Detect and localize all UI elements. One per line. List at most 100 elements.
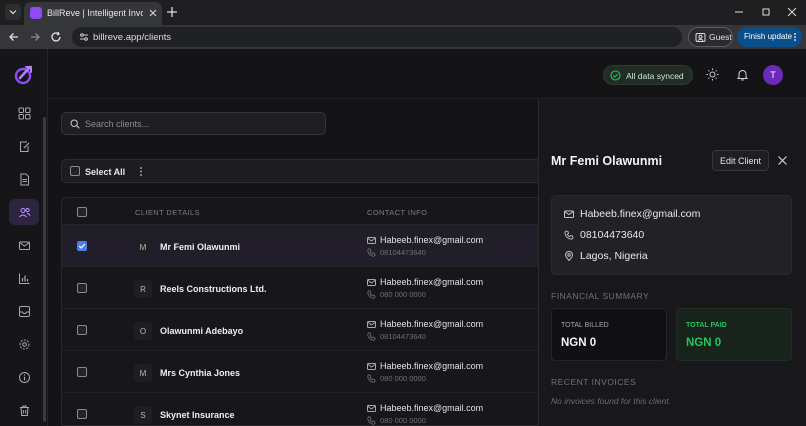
- table-row[interactable]: M Mrs Cynthia Jones Habeeb.finex@gmail.com…: [62, 351, 540, 393]
- client-initial: S: [134, 406, 152, 424]
- phone-icon: [367, 416, 376, 425]
- search-input[interactable]: [85, 116, 320, 132]
- window-close-icon[interactable]: [787, 7, 797, 17]
- client-email[interactable]: Habeeb.finex@gmail.com: [380, 361, 483, 371]
- clients-panel: Select All CLIENT DETAILS CONTACT INFO M…: [48, 99, 541, 426]
- mail-icon: [367, 236, 376, 245]
- search-box[interactable]: [61, 112, 326, 135]
- row-checkbox[interactable]: [77, 283, 87, 293]
- recent-invoices-empty: No invoices found for this client.: [551, 396, 672, 406]
- table-header: CLIENT DETAILS CONTACT INFO: [62, 198, 540, 225]
- client-phone: 08104473640: [380, 248, 426, 257]
- phone-icon: [564, 230, 574, 240]
- client-initial: O: [134, 322, 152, 340]
- browser-tab-bar: BillReve | Intelligent Invoicing &: [0, 0, 806, 25]
- client-email[interactable]: Habeeb.finex@gmail.com: [380, 235, 483, 245]
- edit-client-button[interactable]: Edit Client: [712, 150, 769, 171]
- forward-arrow-icon[interactable]: [29, 31, 41, 43]
- more-vertical-icon[interactable]: [138, 166, 144, 177]
- row-checkbox[interactable]: [77, 241, 87, 251]
- info-icon: [18, 371, 30, 383]
- recent-invoices-title: RECENT INVOICES: [551, 377, 637, 387]
- edit-document-icon: [19, 141, 29, 152]
- select-all-label[interactable]: Select All: [85, 167, 125, 177]
- url-input[interactable]: billreve.app/clients: [72, 27, 682, 47]
- user-avatar[interactable]: T: [763, 65, 783, 85]
- client-email[interactable]: Habeeb.finex@gmail.com: [380, 319, 483, 329]
- close-icon[interactable]: [777, 155, 788, 166]
- client-initial: R: [134, 280, 152, 298]
- site-settings-icon[interactable]: [79, 32, 89, 42]
- client-email[interactable]: Habeeb.finex@gmail.com: [380, 277, 483, 287]
- mail-icon: [367, 278, 376, 287]
- phone-icon: [367, 290, 376, 299]
- select-all-checkbox[interactable]: [70, 166, 80, 176]
- update-label: Finish update: [744, 32, 793, 41]
- client-email[interactable]: Habeeb.finex@gmail.com: [380, 403, 483, 413]
- minimize-icon[interactable]: [734, 7, 744, 17]
- total-billed-value: NGN 0: [561, 337, 597, 349]
- tab-search-button[interactable]: [5, 4, 21, 20]
- grid-icon: [18, 107, 30, 119]
- client-name[interactable]: Mr Femi Olawunmi: [160, 242, 240, 252]
- sidebar-item-reports[interactable]: [9, 265, 39, 291]
- close-icon[interactable]: [148, 8, 158, 18]
- total-billed-label: TOTAL BILLED: [561, 322, 609, 329]
- client-detail-drawer: Mr Femi Olawunmi Edit Client Habeeb.fine…: [538, 99, 806, 426]
- header-checkbox[interactable]: [77, 207, 87, 217]
- sidebar-scrollbar[interactable]: [43, 117, 46, 422]
- reload-icon[interactable]: [50, 31, 62, 43]
- client-initial: M: [134, 238, 152, 256]
- phone-icon: [367, 248, 376, 257]
- sidebar-item-trash[interactable]: [9, 397, 39, 423]
- client-name[interactable]: Olawunmi Adebayo: [160, 326, 243, 336]
- sidebar-item-dashboard[interactable]: [9, 100, 39, 126]
- sidebar-item-invoices[interactable]: [9, 166, 39, 192]
- total-paid-card: TOTAL PAID NGN 0: [676, 308, 792, 361]
- finish-update-button[interactable]: Finish update: [737, 27, 802, 47]
- phone-icon: [367, 332, 376, 341]
- sidebar-item-settings[interactable]: [9, 331, 39, 357]
- client-name[interactable]: Reels Constructions Ltd.: [160, 284, 267, 294]
- mail-icon: [367, 404, 376, 413]
- more-vertical-icon: [794, 33, 796, 41]
- new-tab-icon[interactable]: [166, 6, 178, 18]
- total-paid-value: NGN 0: [686, 337, 722, 349]
- browser-tab[interactable]: BillReve | Intelligent Invoicing &: [24, 2, 162, 25]
- sidebar-item-clients[interactable]: [9, 199, 39, 225]
- sidebar-item-create-invoice[interactable]: [9, 133, 39, 159]
- guest-label: Guest: [709, 32, 732, 42]
- favicon-icon: [30, 7, 42, 19]
- chevron-down-icon: [9, 10, 17, 15]
- url-text: billreve.app/clients: [93, 32, 172, 43]
- row-checkbox[interactable]: [77, 409, 87, 419]
- billreve-logo-icon[interactable]: [12, 63, 36, 87]
- guest-profile-button[interactable]: Guest: [688, 27, 733, 47]
- client-phone: 08104473640: [380, 332, 426, 341]
- client-name[interactable]: Mrs Cynthia Jones: [160, 368, 240, 378]
- contact-email[interactable]: Habeeb.finex@gmail.com: [580, 208, 700, 220]
- table-row[interactable]: M Mr Femi Olawunmi Habeeb.finex@gmail.com 0…: [62, 225, 540, 267]
- tab-title: BillReve | Intelligent Invoicing &: [47, 8, 143, 18]
- back-arrow-icon[interactable]: [8, 31, 20, 43]
- table-row[interactable]: S Skynet Insurance Habeeb.finex@gmail.com 0…: [62, 393, 540, 425]
- row-checkbox[interactable]: [77, 325, 87, 335]
- mail-icon: [564, 210, 574, 218]
- maximize-icon[interactable]: [761, 7, 771, 17]
- row-checkbox[interactable]: [77, 367, 87, 377]
- table-row[interactable]: O Olawunmi Adebayo Habeeb.finex@gmail.com 0…: [62, 309, 540, 351]
- contact-phone[interactable]: 08104473640: [580, 229, 644, 241]
- sidebar-item-inbox[interactable]: [9, 298, 39, 324]
- sync-status-badge[interactable]: All data synced: [603, 65, 693, 85]
- map-pin-icon: [564, 251, 574, 261]
- client-name[interactable]: Skynet Insurance: [160, 410, 235, 420]
- app-root: All data synced T Select All CLIENT DETA…: [0, 49, 806, 426]
- financial-summary-title: FINANCIAL SUMMARY: [551, 291, 650, 301]
- sidebar-item-help[interactable]: [9, 364, 39, 390]
- sun-icon[interactable]: [706, 68, 719, 81]
- table-row[interactable]: R Reels Constructions Ltd. Habeeb.finex@gm…: [62, 267, 540, 309]
- sidebar-item-messages[interactable]: [9, 232, 39, 258]
- bell-icon[interactable]: [736, 68, 749, 81]
- sidebar: [0, 49, 48, 426]
- checkmark-icon: [78, 243, 86, 249]
